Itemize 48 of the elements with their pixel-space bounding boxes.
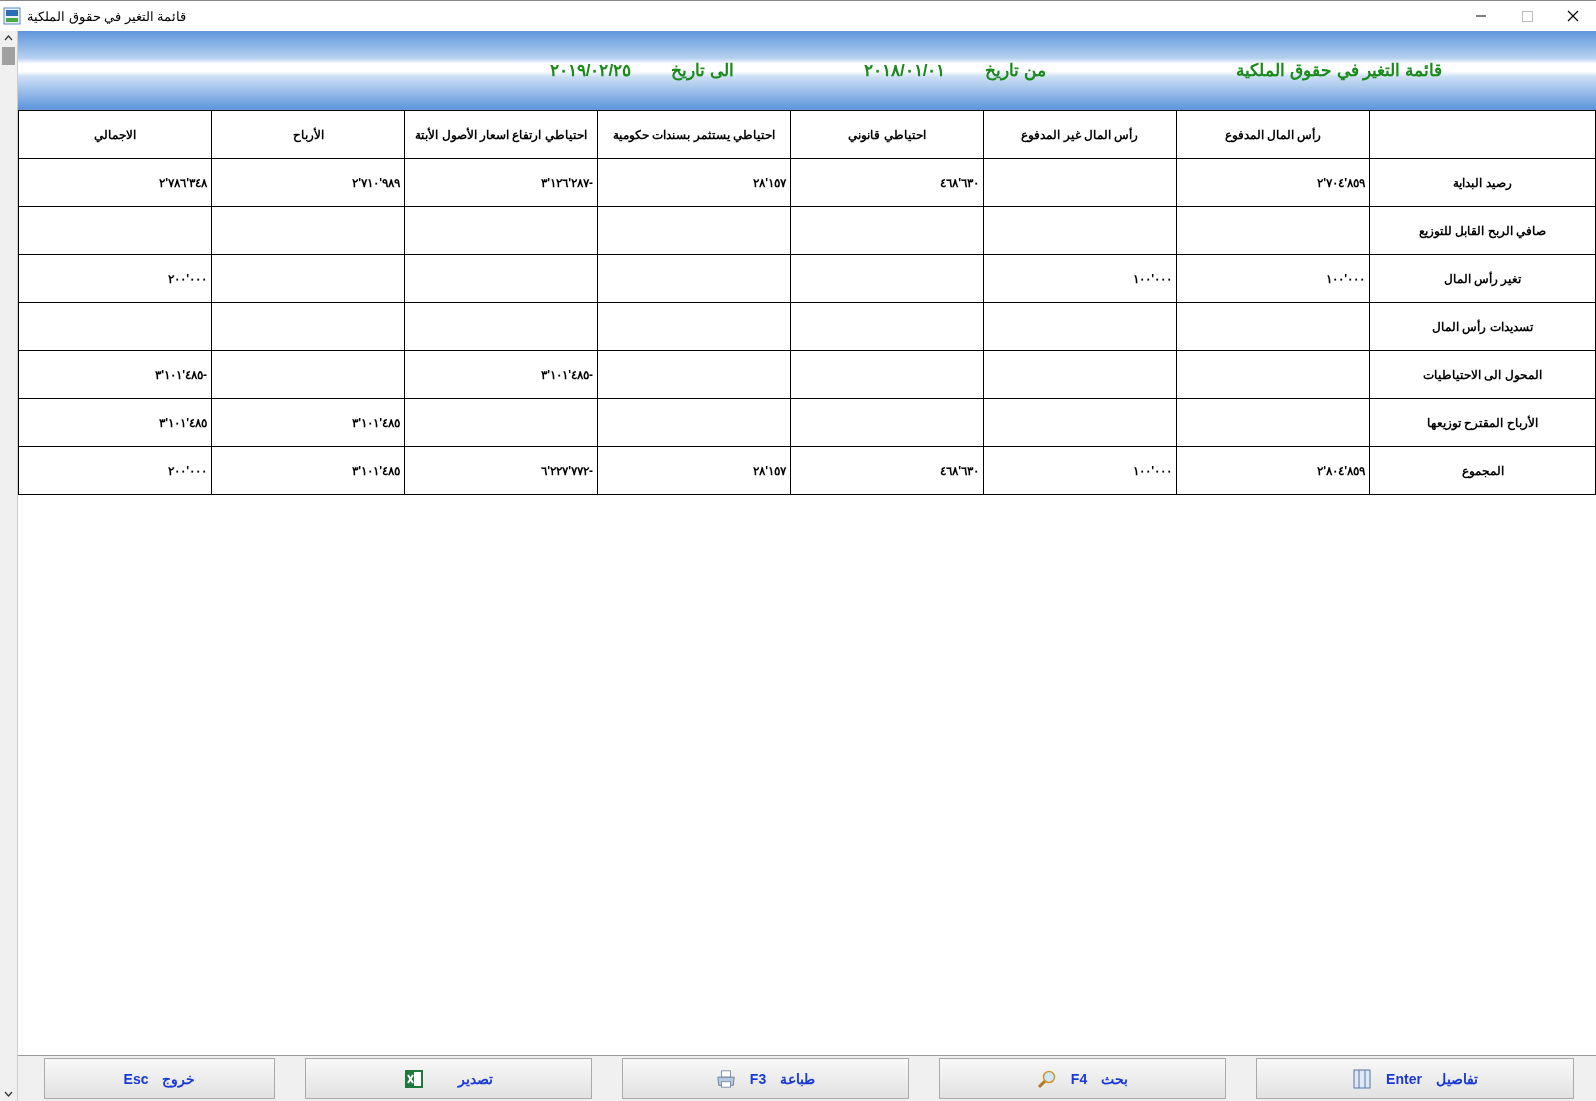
table-cell: ٢٨'١٥٧ xyxy=(753,175,786,190)
columns-icon xyxy=(1352,1068,1373,1089)
from-date-label: من تاريخ xyxy=(985,59,1047,81)
row-label: رصيد البداية xyxy=(1453,175,1512,190)
scrollbar[interactable] xyxy=(0,31,18,1101)
row-label: المجموع xyxy=(1461,463,1504,478)
table-cell: ٣'١٠١'٤٨٥ xyxy=(352,463,400,478)
report-title: قائمة التغير في حقوق الملكية xyxy=(1236,59,1442,81)
column-header: احتياطي يستثمر بسندات حكومية xyxy=(613,127,775,142)
from-date: ٢٠١٨/٠١/٠١ xyxy=(863,59,946,81)
table-cell: ١٠٠'٠٠٠ xyxy=(1133,463,1172,478)
table-cell: ٣'١٠١'٤٨٥- xyxy=(541,367,593,382)
column-header: الأرباح xyxy=(292,127,324,142)
scroll-thumb[interactable] xyxy=(2,47,15,65)
printer-icon xyxy=(715,1068,736,1089)
window-title: قائمة التغير في حقوق الملكية xyxy=(27,8,187,24)
column-header: رأس المال المدفوع xyxy=(1224,127,1322,142)
row-label: صافي الربح القابل للتوزيع xyxy=(1419,223,1546,238)
table-cell: ٢'٨٠٤'٨٥٩ xyxy=(1317,463,1365,478)
table-cell: ٦'٢٢٧'٧٧٢- xyxy=(541,463,593,478)
table-cell: ٢٠٠'٠٠٠ xyxy=(168,463,207,478)
table-cell: ٣'١٠١'٤٨٥ xyxy=(352,415,400,430)
spreadsheet-icon xyxy=(404,1068,424,1089)
column-header: الاجمالي xyxy=(94,127,136,142)
table-cell: ٢'٧٠٤'٨٥٩ xyxy=(1317,175,1365,190)
toolbar-button[interactable]: تصدير xyxy=(305,1058,592,1099)
table-cell: ٣'١٠١'٤٨٥- xyxy=(155,367,207,382)
column-header: احتياطي قانوني xyxy=(848,127,926,142)
row-label: تغير رأس المال xyxy=(1443,271,1522,286)
to-date: ٢٠١٩/٠٢/٢٥ xyxy=(549,59,632,81)
row-label: الأرباح المقترح توزيعها xyxy=(1427,415,1538,430)
table-cell: ٢'٧١٠'٩٨٩ xyxy=(352,175,400,190)
table-cell: ٢٠٠'٠٠٠ xyxy=(168,271,207,286)
search-icon xyxy=(1036,1068,1057,1089)
table-cell: ٢'٧٨٦'٣٤٨ xyxy=(159,175,207,190)
column-header: احتياطي ارتفاع اسعار الأصول الأبتة xyxy=(415,127,587,142)
app-icon xyxy=(3,7,21,25)
table-cell: ٤٦٨'٦٣٠ xyxy=(940,175,979,190)
table-cell: ١٠٠'٠٠٠ xyxy=(1326,271,1365,286)
row-label: المحول الى الاحتياطيات xyxy=(1423,367,1542,382)
table-cell: ٣'١٠١'٤٨٥ xyxy=(159,415,207,430)
column-header: رأس المال غير المدفوع xyxy=(1021,127,1139,142)
table-cell: ٣'١٢٦'٢٨٧- xyxy=(541,175,593,190)
row-label: تسديدات رأس المال xyxy=(1432,319,1533,334)
table-cell: ١٠٠'٠٠٠ xyxy=(1133,271,1172,286)
to-date-label: الى تاريخ xyxy=(671,59,734,81)
table-cell: ٢٨'١٥٧ xyxy=(753,463,786,478)
table-cell: ٤٦٨'٦٣٠ xyxy=(940,463,979,478)
